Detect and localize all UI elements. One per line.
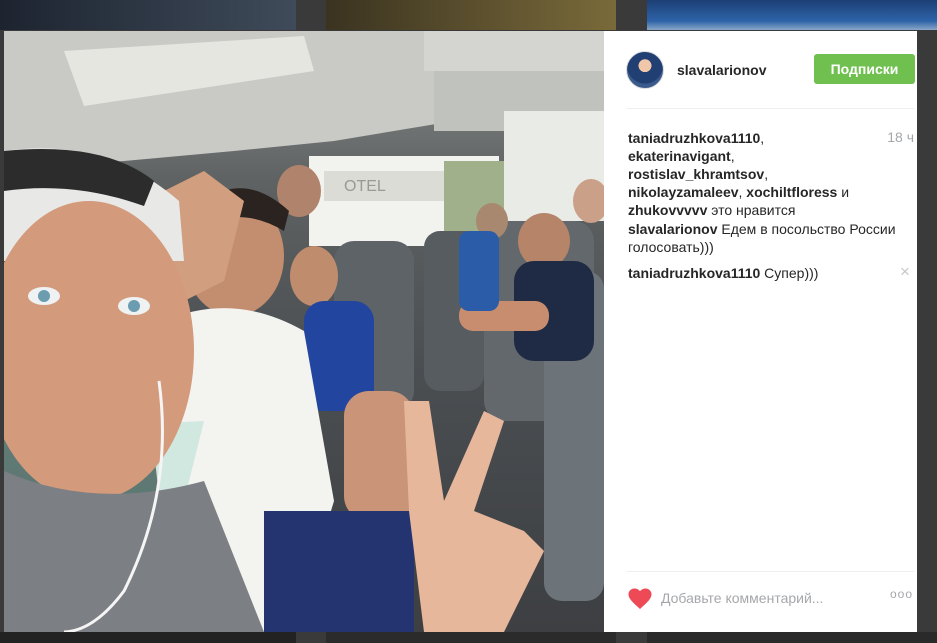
feed-thumbnail-middle[interactable] [326, 0, 616, 30]
comment-item: taniadruzhkova1110 Супер))) [628, 264, 898, 282]
like-user-link[interactable]: zhukovvvvv [628, 202, 707, 218]
comment-item: slavalarionov Едем в посольство России г… [628, 220, 898, 256]
like-separator: , [760, 130, 765, 146]
post-photo-image: OTEL [4, 31, 604, 632]
post-timestamp[interactable]: 18 ч [887, 129, 914, 145]
more-options-icon[interactable]: ooo [890, 587, 913, 601]
like-separator: , [730, 148, 735, 164]
likes-summary: taniadruzhkova1110, ekaterinavigant, ros… [628, 129, 868, 219]
like-user-link[interactable]: rostislav_khramtsov [628, 166, 764, 182]
heart-icon[interactable] [628, 588, 652, 610]
comment-username[interactable]: slavalarionov [628, 221, 718, 237]
add-comment-input[interactable] [661, 585, 861, 611]
post-author-username[interactable]: slavalarionov [677, 62, 767, 78]
comment-text: Супер))) [760, 265, 819, 281]
post-modal: OTEL slavalarionov Подписки taniadruzhko… [4, 31, 917, 632]
feed-thumbnails-bottom [0, 632, 937, 643]
post-sidebar: slavalarionov Подписки taniadruzhkova111… [604, 31, 917, 632]
like-user-link[interactable]: ekaterinavigant [628, 148, 731, 164]
likes-suffix-text: это нравится [707, 202, 796, 218]
footer-divider [626, 571, 914, 572]
following-button[interactable]: Подписки [814, 54, 915, 84]
post-photo: OTEL [4, 31, 604, 632]
feed-thumbnail-left[interactable] [0, 0, 296, 30]
close-icon[interactable]: × [900, 263, 910, 281]
like-and: и [837, 184, 850, 200]
like-user-link[interactable]: xochiltfloress [746, 184, 837, 200]
comment-username[interactable]: taniadruzhkova1110 [628, 265, 760, 281]
avatar[interactable] [626, 51, 664, 89]
like-user-link[interactable]: taniadruzhkova1110 [628, 130, 760, 146]
post-header: slavalarionov Подписки [604, 31, 917, 108]
header-divider [626, 108, 914, 109]
photo-sign-text: OTEL [344, 178, 386, 195]
feed-thumbnail-right[interactable] [647, 0, 937, 30]
like-separator: , [764, 166, 769, 182]
like-user-link[interactable]: nikolayzamaleev [628, 184, 739, 200]
